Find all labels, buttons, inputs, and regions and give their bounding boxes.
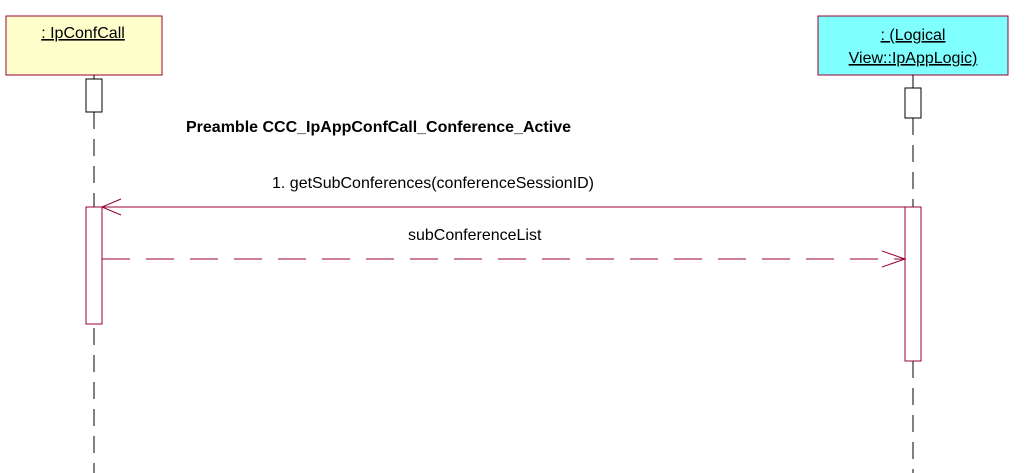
- object-ipapplogic-label-line1: : (Logical: [881, 27, 946, 44]
- preamble-note: Preamble CCC_IpAppConfCall_Conference_Ac…: [186, 119, 571, 136]
- message-getsubconferences-label: 1. getSubConferences(conferenceSessionID…: [272, 175, 594, 192]
- activation-ipapplogic-initial: [904, 87, 922, 119]
- message-getsubconferences[interactable]: 1. getSubConferences(conferenceSessionID…: [100, 175, 905, 216]
- activation-ipconfcall-initial: [85, 78, 103, 113]
- object-ipconfcall[interactable]: : IpConfCall: [5, 15, 163, 76]
- activation-ipapplogic-call: [904, 206, 922, 362]
- message-subconferencelist-label: subConferenceList: [408, 227, 542, 244]
- object-ipapplogic[interactable]: : (Logical View::IpAppLogic): [817, 15, 1009, 76]
- message-subconferencelist[interactable]: subConferenceList: [102, 227, 907, 268]
- object-ipconfcall-label: : IpConfCall: [41, 25, 125, 42]
- activation-ipconfcall-call: [85, 206, 103, 325]
- object-ipapplogic-label-line2: View::IpAppLogic): [849, 50, 978, 67]
- sequence-diagram: : IpConfCall : (Logical View::IpAppLogic…: [5, 15, 1009, 473]
